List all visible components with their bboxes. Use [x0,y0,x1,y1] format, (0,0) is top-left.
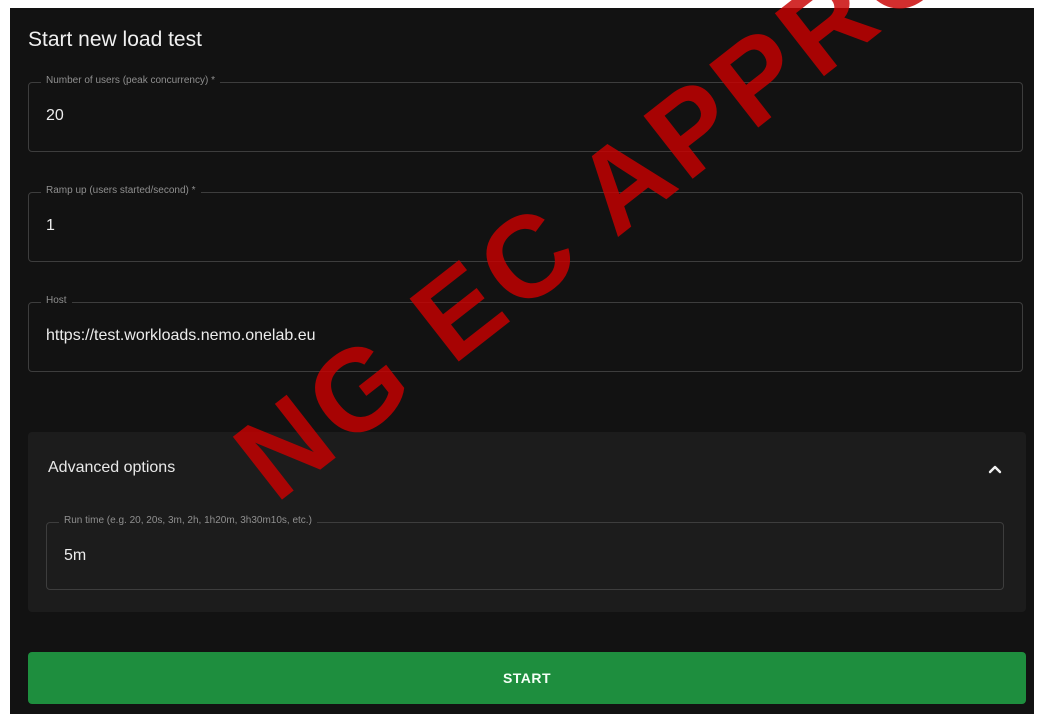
run-time-input[interactable]: 5m [64,547,86,565]
users-input[interactable]: 20 [46,107,64,125]
host-input[interactable]: https://test.workloads.nemo.onelab.eu [46,327,316,345]
ramp-up-field[interactable]: Ramp up (users started/second) * 1 [28,185,1023,262]
users-field[interactable]: Number of users (peak concurrency) * 20 [28,75,1023,152]
host-field-label: Host [41,295,72,306]
users-field-label: Number of users (peak concurrency) * [41,75,220,86]
ramp-up-input[interactable]: 1 [46,217,55,235]
advanced-options-toggle[interactable]: Advanced options [48,459,175,477]
advanced-options-panel: Advanced options Run time (e.g. 20, 20s,… [28,432,1026,612]
start-button[interactable]: START [28,652,1026,704]
chevron-up-icon[interactable] [986,460,1004,478]
host-field[interactable]: Host https://test.workloads.nemo.onelab.… [28,295,1023,372]
run-time-field[interactable]: Run time (e.g. 20, 20s, 3m, 2h, 1h20m, 3… [46,515,1004,590]
run-time-field-label: Run time (e.g. 20, 20s, 3m, 2h, 1h20m, 3… [59,515,317,526]
ramp-up-field-label: Ramp up (users started/second) * [41,185,201,196]
load-test-form: Start new load test Number of users (pea… [10,8,1034,714]
form-title: Start new load test [28,28,202,51]
